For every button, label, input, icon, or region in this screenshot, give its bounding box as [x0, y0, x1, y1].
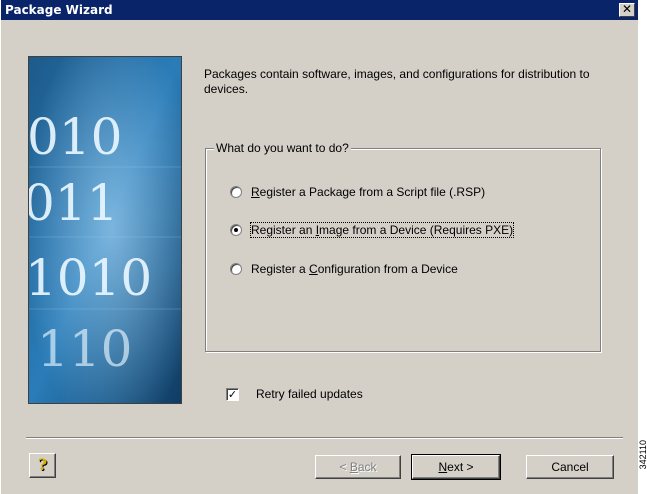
checkmark-icon: ✓: [227, 387, 238, 401]
retry-checkbox[interactable]: ✓: [226, 387, 239, 401]
option-label: Register an Image from a Device (Require…: [249, 222, 515, 238]
side-digits-4: 110: [37, 320, 132, 378]
option-register-configuration[interactable]: Register a Configuration from a Device: [230, 261, 458, 277]
option-label: Register a Package from a Script file (.…: [251, 185, 486, 199]
retry-failed-updates-option[interactable]: ✓ Retry failed updates: [226, 386, 363, 402]
wizard-side-image: 010 011 1010 110: [28, 56, 182, 404]
option-register-image[interactable]: Register an Image from a Device (Require…: [230, 222, 515, 238]
option-label: Register a Configuration from a Device: [251, 262, 458, 276]
title-bar[interactable]: Package Wizard ✕: [1, 0, 638, 20]
side-digits-1: 010: [29, 108, 122, 166]
next-button[interactable]: Next >: [411, 454, 501, 480]
cancel-button[interactable]: Cancel: [526, 455, 614, 479]
back-button[interactable]: < Back: [315, 455, 401, 479]
side-digits-3: 1010: [29, 249, 152, 307]
intro-text: Packages contain software, images, and c…: [204, 67, 590, 96]
close-icon: ✕: [621, 2, 633, 16]
side-digits-2: 011: [29, 174, 118, 232]
retry-label: Retry failed updates: [256, 387, 363, 401]
radio-register-image[interactable]: [230, 224, 242, 236]
help-icon: ?: [37, 455, 48, 474]
package-wizard-dialog: Package Wizard ✕ 010 011 1010 110 Packag…: [0, 0, 638, 494]
groupbox-legend: What do you want to do?: [214, 140, 351, 156]
footer-separator: [26, 437, 623, 439]
radio-register-package[interactable]: [230, 186, 242, 198]
action-groupbox: What do you want to do? Register a Packa…: [205, 140, 601, 352]
radio-register-configuration[interactable]: [230, 263, 242, 275]
close-button[interactable]: ✕: [619, 3, 635, 17]
help-button[interactable]: ?: [29, 453, 56, 478]
figure-id: 342110: [638, 440, 647, 470]
option-register-package[interactable]: Register a Package from a Script file (.…: [230, 184, 485, 200]
window-title: Package Wizard: [5, 3, 113, 17]
